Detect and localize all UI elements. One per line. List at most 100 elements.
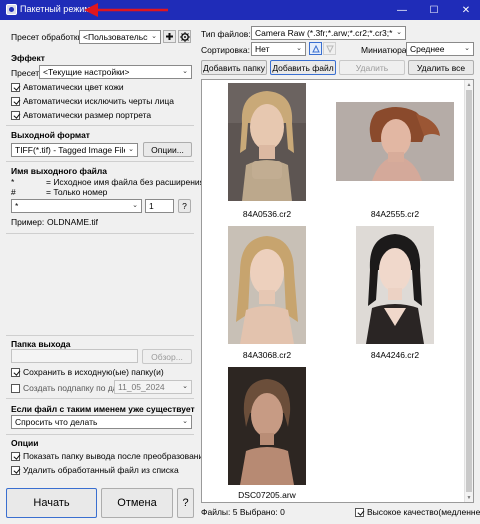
filename-pattern-value: * xyxy=(15,201,19,211)
exists-header: Если файл с таким именем уже существует xyxy=(11,404,195,414)
divider xyxy=(6,233,194,234)
auto-portrait-checkbox[interactable]: Автоматически размер портрета xyxy=(11,109,151,121)
file-thumbnail[interactable] xyxy=(336,102,454,181)
app-icon xyxy=(6,4,17,15)
high-quality-checkbox[interactable]: Высокое качество(медленнее) xyxy=(355,506,480,518)
chevron-down-icon: ⌄ xyxy=(393,27,405,39)
remove-button[interactable]: Удалить xyxy=(339,60,405,75)
filename-help-button[interactable]: ? xyxy=(178,199,191,213)
auto-skin-checkbox[interactable]: Автоматически цвет кожи xyxy=(11,81,124,93)
subfolder-date-select[interactable]: 11_05_2024 ⌄ xyxy=(114,380,192,394)
delete-processed-label: Удалить обработанный файл из списка xyxy=(23,465,179,475)
browse-button[interactable]: Обзор... xyxy=(142,349,192,364)
red-arrow-icon xyxy=(84,3,168,17)
output-format-select[interactable]: TIFF(*.tif) - Tagged Image File ⌄ xyxy=(11,143,138,157)
minimize-button[interactable]: — xyxy=(387,0,417,20)
chevron-down-icon: ⌄ xyxy=(461,43,473,55)
checkbox-box xyxy=(355,507,364,517)
sort-descending-icon xyxy=(325,45,334,53)
portrait-image xyxy=(336,102,454,181)
auto-portrait-label: Автоматически размер портрета xyxy=(23,110,152,120)
preset-select[interactable]: <Пользовательски ⌄ xyxy=(79,30,161,44)
filename-pattern-combo[interactable]: * ⌄ xyxy=(11,199,142,213)
save-in-source-label: Сохранить в исходную(ые) папку(и) xyxy=(23,367,164,377)
effect-preset-select[interactable]: <Текущие настройки> ⌄ xyxy=(39,65,192,79)
high-quality-label: Высокое качество(медленнее) xyxy=(367,507,480,517)
thumbnail-label: Миниатюра: xyxy=(361,45,409,55)
chevron-down-icon: ⌄ xyxy=(125,144,137,156)
file-thumbnail[interactable] xyxy=(228,226,306,344)
cancel-button[interactable]: Отмена xyxy=(101,488,173,518)
add-folder-button[interactable]: Добавить папку xyxy=(201,60,267,75)
add-preset-button[interactable] xyxy=(163,30,176,43)
output-format-value: TIFF(*.tif) - Tagged Image File xyxy=(15,145,129,155)
sort-ascending-icon xyxy=(311,44,320,52)
file-thumbnail[interactable] xyxy=(228,83,306,201)
sort-label: Сортировка: xyxy=(201,45,251,55)
legend-star-desc: = Исходное имя файла без расширения xyxy=(46,177,205,187)
thumbnail-size-select[interactable]: Среднее ⌄ xyxy=(406,42,474,56)
scroll-thumb[interactable] xyxy=(466,90,472,492)
auto-face-label: Автоматически исключить черты лица xyxy=(23,96,174,106)
filetype-select[interactable]: Camera Raw (*.3fr;*.arw;*.cr2;*.cr3;*.cr… xyxy=(251,26,406,40)
chevron-down-icon: ⌄ xyxy=(129,200,141,212)
close-button[interactable]: ✕ xyxy=(451,0,480,20)
thumbnail-size-value: Среднее xyxy=(410,44,445,54)
remove-all-button[interactable]: Удалить все xyxy=(408,60,474,75)
create-subfolder-label: Создать подпапку по дате xyxy=(23,383,126,393)
sort-select[interactable]: Нет ⌄ xyxy=(251,42,306,56)
auto-face-checkbox[interactable]: Автоматически исключить черты лица xyxy=(11,95,174,107)
scroll-up-icon[interactable]: ▲ xyxy=(465,80,473,89)
file-thumbnail[interactable] xyxy=(228,367,306,485)
start-number-input[interactable]: 1 xyxy=(145,199,174,213)
divider xyxy=(6,434,194,435)
options-header: Опции xyxy=(11,438,39,448)
sort-descending-button[interactable] xyxy=(323,42,336,55)
portrait-image xyxy=(228,226,306,344)
exists-action-select[interactable]: Спросить что делать ⌄ xyxy=(11,415,192,429)
create-subfolder-checkbox[interactable]: Создать подпапку по дате xyxy=(11,382,126,394)
example-label: Пример: xyxy=(11,217,45,227)
save-in-source-checkbox[interactable]: Сохранить в исходную(ые) папку(и) xyxy=(11,366,164,378)
divider xyxy=(6,125,194,126)
file-name: 84A2555.cr2 xyxy=(370,209,420,219)
window-title: Пакетный режим xyxy=(20,4,91,14)
effect-header: Эффект xyxy=(11,53,45,63)
portrait-image xyxy=(228,83,306,201)
output-format-header: Выходной формат xyxy=(11,130,90,140)
start-button[interactable]: Начать xyxy=(6,488,97,518)
filetype-label: Тип файлов: xyxy=(201,29,251,39)
legend-hash-desc: = Только номер xyxy=(46,187,108,197)
exists-action-value: Спросить что делать xyxy=(15,417,98,427)
plus-icon xyxy=(166,33,173,40)
auto-skin-label: Автоматически цвет кожи xyxy=(23,82,124,92)
sort-ascending-button[interactable] xyxy=(309,42,322,55)
format-options-button[interactable]: Опции... xyxy=(143,142,192,157)
output-folder-input[interactable] xyxy=(11,349,138,363)
add-file-button[interactable]: Добавить файл xyxy=(270,60,336,75)
chevron-down-icon: ⌄ xyxy=(179,416,191,428)
file-list-scrollbar[interactable]: ▲ ▼ xyxy=(464,80,473,502)
delete-processed-checkbox[interactable]: Удалить обработанный файл из списка xyxy=(11,464,179,476)
show-folder-checkbox[interactable]: Показать папку вывода после преобразован… xyxy=(11,450,208,462)
effect-preset-value: <Текущие настройки> xyxy=(43,67,130,77)
preset-label: Пресет обработки xyxy=(11,32,83,42)
maximize-button[interactable]: ☐ xyxy=(419,0,449,20)
sort-value: Нет xyxy=(255,44,270,54)
scroll-down-icon[interactable]: ▼ xyxy=(465,493,473,502)
portrait-image xyxy=(228,367,306,485)
portrait-image xyxy=(356,226,434,344)
checkbox-box xyxy=(11,451,20,461)
file-name: DSC07205.arw xyxy=(238,490,296,500)
start-number-value: 1 xyxy=(149,201,154,211)
effect-preset-label: Пресет xyxy=(11,68,40,78)
preset-settings-button[interactable] xyxy=(178,30,191,43)
help-button[interactable]: ? xyxy=(177,488,194,518)
example-value: OLDNAME.tif xyxy=(47,217,99,227)
file-list[interactable]: 84A0536.cr2 84A2555.cr2 84A3068.cr2 84A4… xyxy=(201,79,474,503)
subfolder-date-value: 11_05_2024 xyxy=(118,382,165,392)
checkbox-box xyxy=(11,383,20,393)
divider xyxy=(6,335,194,336)
file-thumbnail[interactable] xyxy=(356,226,434,344)
filename-header: Имя выходного файла xyxy=(11,166,108,176)
